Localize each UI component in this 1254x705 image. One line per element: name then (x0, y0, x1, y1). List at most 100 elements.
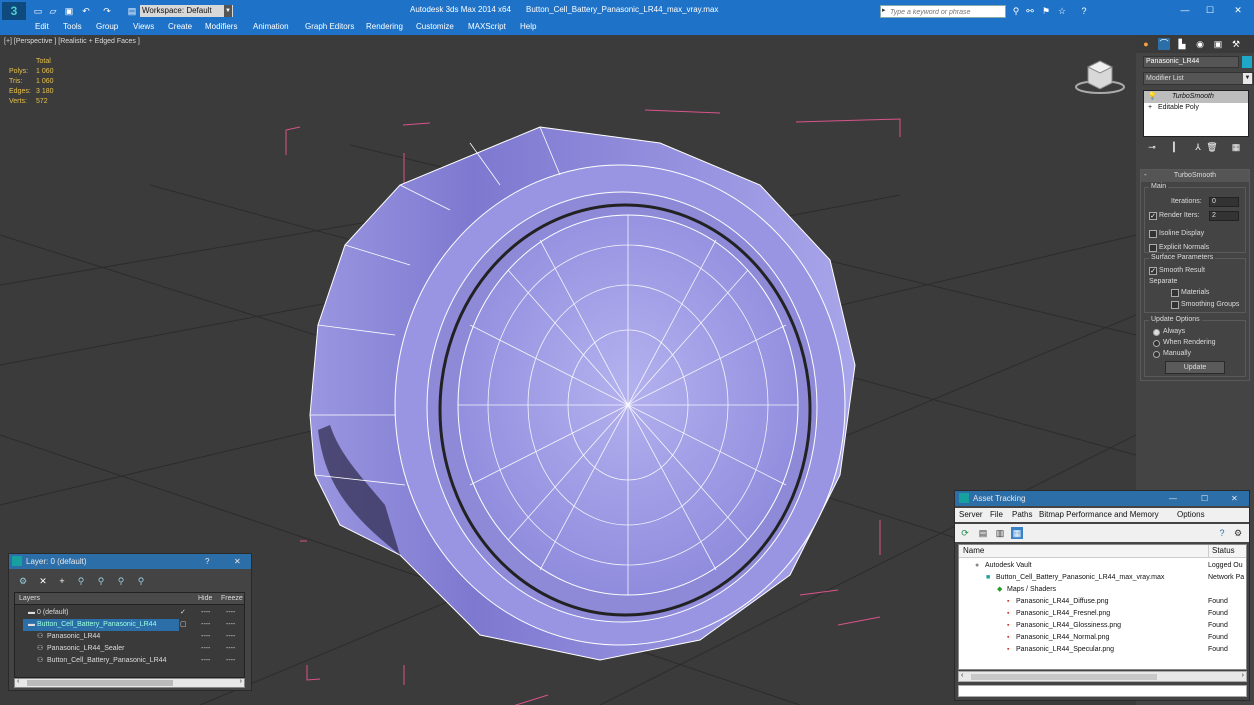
create-tab-icon[interactable]: ● (1140, 38, 1152, 50)
display-tab-icon[interactable]: ▣ (1212, 38, 1224, 50)
remove-modifier-icon[interactable]: 🗑 (1206, 141, 1218, 153)
asset-menu-options[interactable]: Options (1177, 509, 1205, 521)
layer-row[interactable]: ▬ Button_Cell_Battery_Panasonic_LR44 ▢ -… (15, 619, 244, 631)
menu-help[interactable]: Help (520, 22, 536, 31)
layer-hide[interactable]: ---- (201, 655, 210, 667)
layer-row[interactable]: ▬ 0 (default) ✓ ---- ---- (15, 607, 244, 619)
layer-hide[interactable]: ---- (201, 607, 210, 619)
asset-menu-server[interactable]: Server (959, 509, 983, 521)
close-icon[interactable]: ✕ (1232, 4, 1244, 16)
layers-column-header[interactable]: Layers (19, 593, 40, 605)
refresh-icon[interactable]: ⟳ (959, 527, 971, 539)
layer-row[interactable]: ⚇ Panasonic_LR44 ---- ---- (15, 631, 244, 643)
layer-freeze[interactable]: ---- (226, 643, 235, 655)
detail-view-icon[interactable]: ▥ (994, 527, 1006, 539)
delete-layer-icon[interactable]: ✕ (37, 575, 49, 587)
asset-menu-paths[interactable]: Paths (1012, 509, 1032, 521)
status-column-header[interactable]: Status (1208, 545, 1235, 557)
menu-tools[interactable]: Tools (63, 22, 82, 31)
layer-freeze[interactable]: ---- (226, 607, 235, 619)
update-button[interactable]: Update (1165, 361, 1225, 374)
asset-menu-bitmap[interactable]: Bitmap Performance and Memory (1039, 509, 1159, 521)
close-icon[interactable]: ✕ (234, 554, 241, 569)
object-color-swatch[interactable] (1242, 56, 1252, 68)
minimize-icon[interactable]: — (1169, 491, 1177, 506)
scroll-thumb[interactable] (971, 674, 1157, 680)
iterations-spinner[interactable]: 0 (1209, 197, 1239, 207)
modify-tab-icon[interactable]: ⌒ (1158, 38, 1170, 50)
asset-path-field[interactable] (958, 685, 1247, 697)
menu-graph-editors[interactable]: Graph Editors (305, 22, 354, 31)
isoline-display-checkbox[interactable] (1149, 230, 1157, 238)
highlight-layer-icon[interactable]: ⚲ (95, 575, 107, 587)
menu-group[interactable]: Group (96, 22, 118, 31)
table-view-icon[interactable]: ▦ (1011, 527, 1023, 539)
menu-views[interactable]: Views (133, 22, 154, 31)
pin-stack-icon[interactable]: ⊸ (1146, 141, 1158, 153)
smoothing-groups-checkbox[interactable] (1171, 301, 1179, 309)
viewcube-icon[interactable] (1072, 55, 1128, 95)
asset-row[interactable]: ▪ Panasonic_LR44_Diffuse.png Found (959, 596, 1246, 608)
menu-maxscript[interactable]: MAXScript (468, 22, 506, 31)
scroll-right-icon[interactable]: › (1242, 672, 1244, 679)
layer-hide[interactable]: ---- (201, 631, 210, 643)
explicit-normals-checkbox[interactable] (1149, 244, 1157, 252)
settings-icon[interactable]: ⚙ (1232, 527, 1244, 539)
smooth-result-checkbox[interactable]: ✓ (1149, 267, 1157, 275)
layer-freeze[interactable]: ---- (226, 631, 235, 643)
always-radio[interactable] (1153, 329, 1160, 336)
find-icon[interactable]: ⚯ (1024, 5, 1036, 17)
materials-checkbox[interactable] (1171, 289, 1179, 297)
hide-column-header[interactable]: Hide (198, 593, 212, 605)
manually-radio[interactable] (1153, 351, 1160, 358)
when-rendering-radio[interactable] (1153, 340, 1160, 347)
viewport-label[interactable]: [+] [Perspective ] [Realistic + Edged Fa… (4, 38, 140, 45)
maximize-icon[interactable]: ☐ (1204, 4, 1216, 16)
save-file-icon[interactable]: ▣ (63, 5, 75, 17)
asset-horizontal-scrollbar[interactable]: ‹ › (958, 671, 1247, 682)
maximize-icon[interactable]: ☐ (1201, 491, 1208, 506)
name-column-header[interactable]: Name (963, 545, 984, 557)
freeze-column-header[interactable]: Freeze (221, 593, 243, 605)
asset-panel-titlebar[interactable]: Asset Tracking — ☐ ✕ (955, 491, 1249, 506)
scroll-left-icon[interactable]: ‹ (961, 672, 963, 679)
hierarchy-tab-icon[interactable]: ▙ (1176, 38, 1188, 50)
rollout-header[interactable]: - TurboSmooth (1141, 170, 1249, 182)
asset-row[interactable]: ■ Button_Cell_Battery_Panasonic_LR44_max… (959, 572, 1246, 584)
menu-edit[interactable]: Edit (35, 22, 49, 31)
communication-center-icon[interactable]: ⚑ (1040, 5, 1052, 17)
configure-modifier-sets-icon[interactable]: ▦ (1230, 141, 1242, 153)
layer-row[interactable]: ⚇ Panasonic_LR44_Sealer ---- ---- (15, 643, 244, 655)
search-box[interactable]: ▸ (880, 5, 1006, 18)
open-file-icon[interactable]: ▱ (47, 5, 59, 17)
freeze-all-layers-icon[interactable]: ⚲ (135, 575, 147, 587)
app-logo-icon[interactable]: 3 (2, 2, 26, 20)
object-name-field[interactable]: Panasonic_LR44 (1143, 56, 1239, 68)
workspace-dropdown[interactable]: Workspace: Default ▼ (140, 5, 233, 17)
help-icon[interactable]: ? (1216, 527, 1228, 539)
layer-freeze[interactable]: ---- (226, 619, 235, 631)
asset-row[interactable]: ▪ Panasonic_LR44_Glossiness.png Found (959, 620, 1246, 632)
asset-row[interactable]: ▪ Panasonic_LR44_Fresnel.png Found (959, 608, 1246, 620)
hide-all-layers-icon[interactable]: ⚲ (115, 575, 127, 587)
close-icon[interactable]: ✕ (1231, 491, 1238, 506)
scroll-right-icon[interactable]: › (240, 678, 242, 685)
project-folder-icon[interactable]: ▤ (126, 5, 138, 17)
menu-customize[interactable]: Customize (416, 22, 454, 31)
asset-row[interactable]: ● Autodesk Vault Logged Ou (959, 560, 1246, 572)
menu-rendering[interactable]: Rendering (366, 22, 403, 31)
make-unique-icon[interactable]: ⅄ (1192, 141, 1204, 153)
menu-modifiers[interactable]: Modifiers (205, 22, 237, 31)
modifier-list-dropdown[interactable]: Modifier List ▼ (1143, 72, 1254, 85)
asset-row[interactable]: ▪ Panasonic_LR44_Normal.png Found (959, 632, 1246, 644)
scroll-thumb[interactable] (27, 680, 173, 686)
favorites-star-icon[interactable]: ☆ (1056, 5, 1068, 17)
asset-row[interactable]: ◆ Maps / Shaders (959, 584, 1246, 596)
stack-item-editable-poly[interactable]: + Editable Poly (1144, 102, 1248, 114)
select-objects-icon[interactable]: ⚲ (75, 575, 87, 587)
layer-hide[interactable]: ---- (201, 619, 210, 631)
list-view-icon[interactable]: ▤ (977, 527, 989, 539)
binoculars-icon[interactable]: ⚲ (1010, 5, 1022, 17)
menu-create[interactable]: Create (168, 22, 192, 31)
layer-freeze[interactable]: ---- (226, 655, 235, 667)
